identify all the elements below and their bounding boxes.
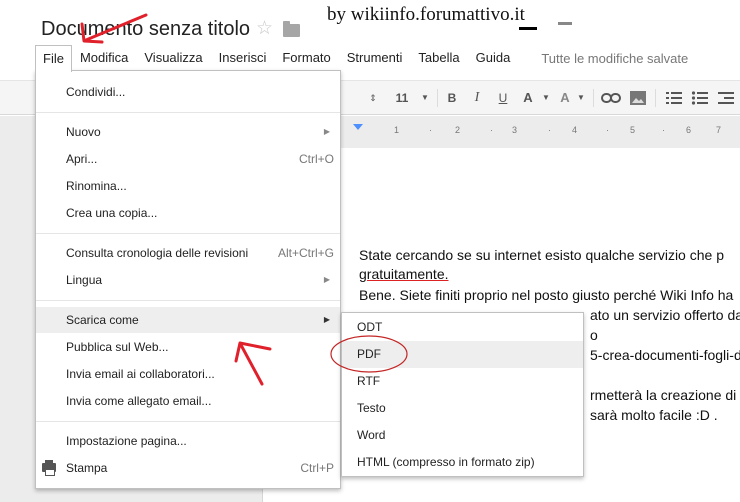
- menu-guida[interactable]: Guida: [468, 45, 519, 71]
- download-as-submenu: ODT PDF RTF Testo Word HTML (compresso i…: [341, 312, 584, 477]
- download-pdf[interactable]: PDF: [342, 341, 583, 368]
- ruler: 1 · 2 · 3 · 4 · 5 · 6 7: [340, 120, 740, 140]
- download-word[interactable]: Word: [342, 422, 583, 449]
- image-icon[interactable]: [628, 88, 648, 108]
- download-rtf[interactable]: RTF: [342, 368, 583, 395]
- toolbar-divider: [593, 89, 594, 107]
- submenu-arrow-icon: ▶: [323, 127, 330, 136]
- menu-item-condividi[interactable]: Condividi...: [36, 79, 340, 105]
- file-menu: Condividi... Nuovo ▶ Apri... Ctrl+O Rinomi…: [35, 70, 341, 489]
- download-testo[interactable]: Testo: [342, 395, 583, 422]
- ruler-label: 2: [455, 125, 461, 135]
- link-icon[interactable]: [600, 88, 622, 108]
- menu-item-scarica-come[interactable]: Scarica come ▶: [36, 307, 340, 333]
- document-title[interactable]: Documento senza titolo: [41, 18, 250, 41]
- watermark: by wikiinfo.forumattivo.it: [327, 4, 525, 25]
- doc-line: State cercando se su internet esisto qua…: [359, 247, 724, 263]
- numbered-list-icon[interactable]: [664, 88, 684, 108]
- doc-line: o: [590, 327, 598, 343]
- ruler-label: 3: [512, 125, 518, 135]
- menu-item-email-collaboratori[interactable]: Invia email ai collaboratori...: [36, 361, 340, 387]
- menu-strumenti[interactable]: Strumenti: [339, 45, 411, 71]
- menu-file[interactable]: File: [35, 44, 72, 72]
- menubar: File Modifica Visualizza Inserisci Forma…: [35, 44, 689, 72]
- menu-item-rinomina[interactable]: Rinomina...: [36, 173, 340, 199]
- menu-inserisci[interactable]: Inserisci: [211, 45, 275, 71]
- menu-item-cronologia[interactable]: Consulta cronologia delle revisioni Alt+C…: [36, 240, 340, 266]
- ruler-label: ·: [490, 125, 493, 135]
- chevron-down-icon[interactable]: ▼: [420, 88, 430, 108]
- indent-icon[interactable]: [716, 88, 736, 108]
- print-icon: [42, 460, 56, 476]
- doc-line: sarà molto facile :D .: [590, 407, 718, 423]
- submenu-arrow-icon: ▶: [323, 275, 330, 284]
- bulleted-list-icon[interactable]: [690, 88, 710, 108]
- ruler-label: 7: [716, 125, 722, 135]
- menu-formato[interactable]: Formato: [274, 45, 338, 71]
- menu-separator: [36, 233, 340, 234]
- toolbar-divider: [437, 89, 438, 107]
- ruler-label: 4: [572, 125, 578, 135]
- download-odt[interactable]: ODT: [342, 314, 583, 341]
- chevron-down-icon[interactable]: ▼: [541, 88, 551, 108]
- menu-item-stampa[interactable]: Stampa Ctrl+P: [36, 455, 340, 481]
- chevron-down-icon[interactable]: ▼: [576, 88, 586, 108]
- toolbar-divider: [655, 89, 656, 107]
- menu-separator: [36, 300, 340, 301]
- indent-marker-icon[interactable]: [353, 124, 363, 130]
- text-color-swatch: [519, 27, 537, 30]
- star-icon[interactable]: ☆: [256, 19, 273, 38]
- font-size-stepper-icon[interactable]: ⇕: [368, 88, 378, 108]
- menu-tabella[interactable]: Tabella: [410, 45, 467, 71]
- highlight-icon[interactable]: A: [557, 88, 573, 108]
- doc-line: rmetterà la creazione di u: [590, 387, 740, 403]
- text-color-icon[interactable]: A: [519, 88, 537, 108]
- menu-item-pubblica-web[interactable]: Pubblica sul Web...: [36, 334, 340, 360]
- ruler-label: 1: [394, 125, 400, 135]
- folder-icon[interactable]: [283, 21, 300, 37]
- ruler-label: 5: [630, 125, 636, 135]
- bold-icon[interactable]: B: [444, 88, 460, 108]
- ruler-label: ·: [548, 125, 551, 135]
- doc-line: 5-crea-documenti-fogli-d: [590, 347, 740, 363]
- ruler-label: ·: [429, 125, 432, 135]
- menu-separator: [36, 421, 340, 422]
- underline-icon[interactable]: U: [495, 88, 511, 108]
- menu-item-impostazione-pagina[interactable]: Impostazione pagina...: [36, 428, 340, 454]
- italic-icon[interactable]: I: [469, 88, 485, 108]
- menu-modifica[interactable]: Modifica: [72, 45, 136, 71]
- font-size-select[interactable]: 11: [388, 88, 416, 108]
- menu-separator: [36, 112, 340, 113]
- ruler-label: ·: [662, 125, 665, 135]
- menu-item-crea-copia[interactable]: Crea una copia...: [36, 200, 340, 226]
- menu-item-nuovo[interactable]: Nuovo ▶: [36, 119, 340, 145]
- save-status: Tutte le modifiche salvate: [541, 50, 689, 66]
- menu-item-apri[interactable]: Apri... Ctrl+O: [36, 146, 340, 172]
- submenu-arrow-icon: ▶: [323, 315, 330, 324]
- doc-line: Bene. Siete finiti proprio nel posto giu…: [359, 287, 734, 303]
- menu-item-allegato-email[interactable]: Invia come allegato email...: [36, 388, 340, 414]
- ruler-label: 6: [686, 125, 692, 135]
- doc-line: gratuitamente.: [359, 266, 449, 282]
- menu-item-lingua[interactable]: Lingua ▶: [36, 267, 340, 293]
- doc-line: ato un servizio offerto da: [590, 307, 740, 323]
- highlight-color-swatch: [558, 22, 572, 25]
- ruler-label: ·: [606, 125, 609, 135]
- download-html-zip[interactable]: HTML (compresso in formato zip): [342, 449, 583, 476]
- menu-visualizza[interactable]: Visualizza: [136, 45, 210, 71]
